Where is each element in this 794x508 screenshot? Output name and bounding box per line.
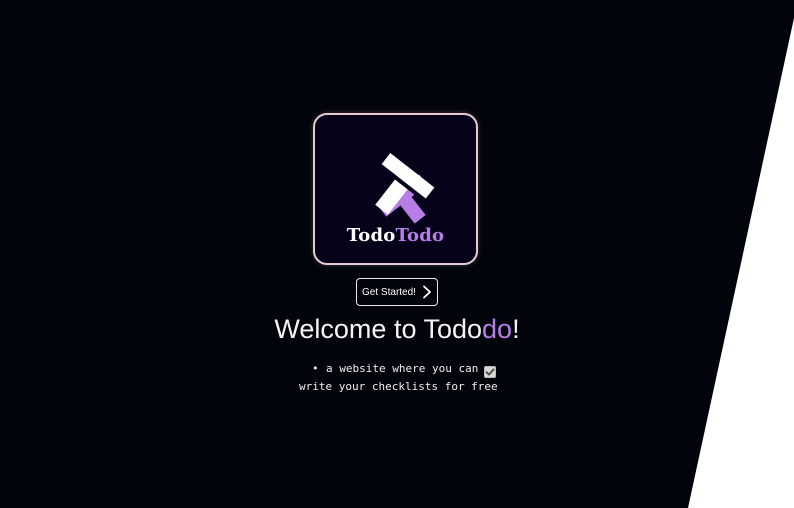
- logo-wordmark-part1: Todo: [346, 225, 396, 246]
- logo-wordmark-part2: Todo: [395, 225, 445, 246]
- welcome-heading-suffix: !: [512, 314, 520, 344]
- logo-card: TodoTodo: [313, 113, 478, 265]
- landing-hero: TodoTodo Get Started! Welcome to Tododo!…: [0, 0, 794, 508]
- tagline-line-1-text: a website where you can: [326, 362, 479, 375]
- welcome-heading: Welcome to Tododo!: [0, 314, 794, 345]
- tagline-line-1: • a website where you can: [296, 360, 501, 378]
- chevron-right-icon: [423, 285, 431, 299]
- tagline-checkbox[interactable]: [484, 366, 496, 378]
- checkmark-icon: [485, 368, 495, 376]
- logo-wordmark: TodoTodo: [315, 225, 476, 246]
- tagline-line-2: write your checklists for free: [299, 380, 498, 393]
- get-started-label: Get Started!: [362, 286, 416, 298]
- get-started-button[interactable]: Get Started!: [356, 278, 438, 306]
- welcome-heading-prefix: Welcome to Todo: [274, 314, 483, 344]
- tagline-bullet: •: [312, 362, 319, 375]
- tagline: • a website where you can write your chec…: [296, 360, 501, 396]
- tododo-logo-icon: [375, 153, 435, 224]
- welcome-heading-accent: do: [482, 314, 513, 344]
